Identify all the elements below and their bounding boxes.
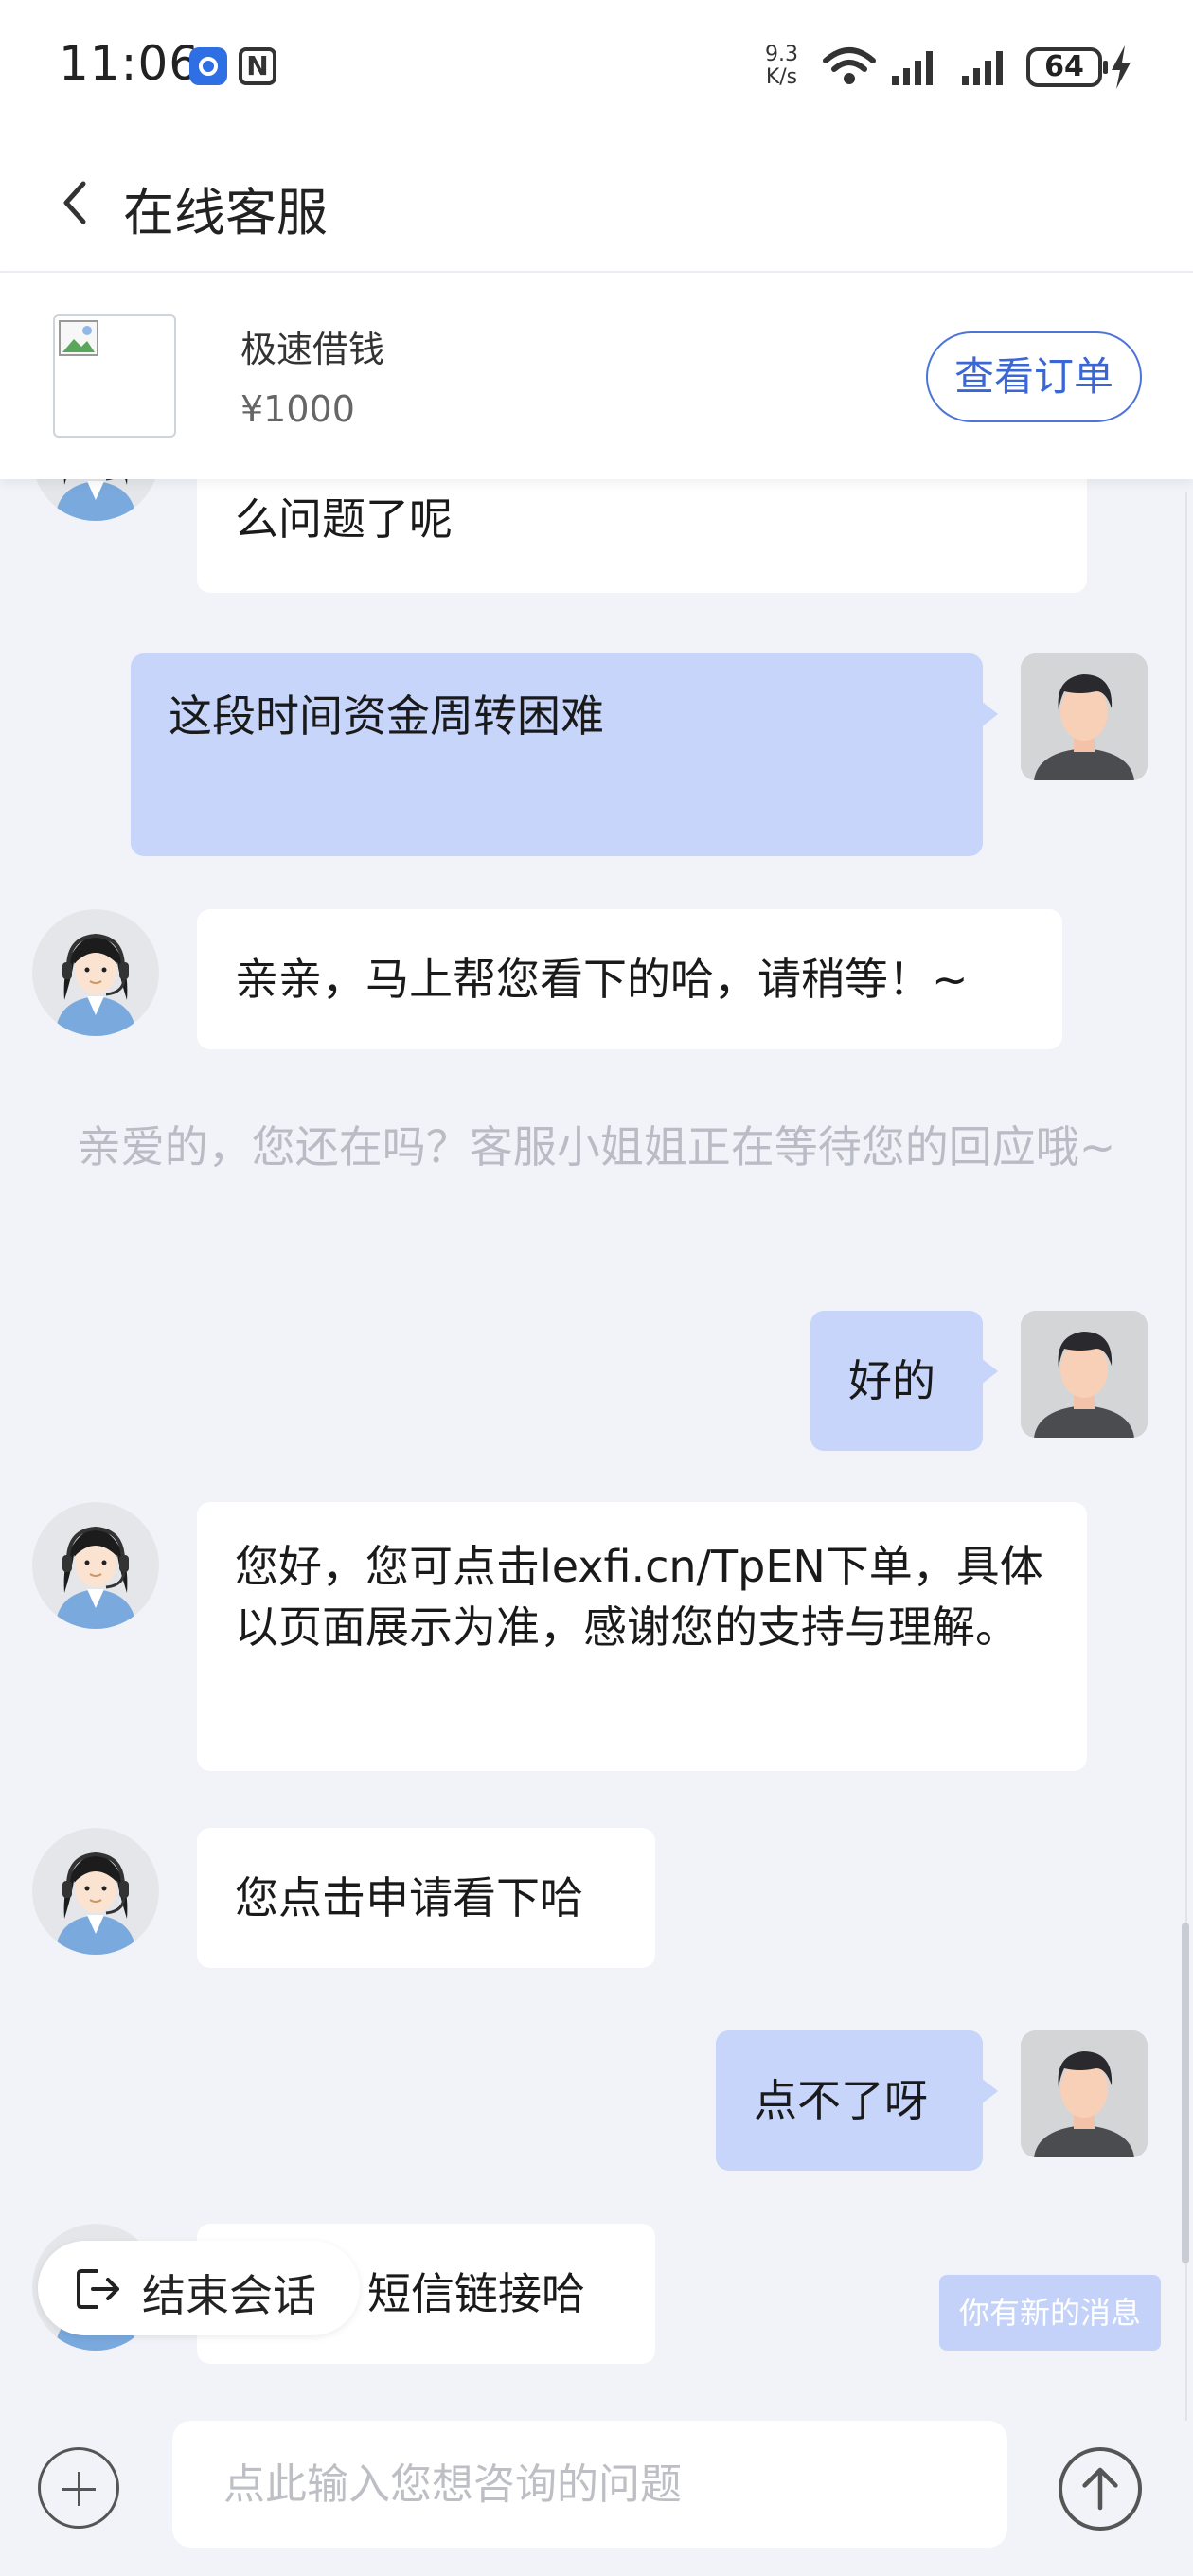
signal-icon — [892, 51, 933, 85]
message-text: 您点击申请看下哈 — [235, 1872, 583, 1923]
order-product-name: 极速借钱 — [240, 329, 385, 370]
agent-avatar — [32, 1502, 159, 1629]
message-text: 好的 — [848, 1355, 935, 1406]
nfc-icon: N — [239, 47, 276, 85]
new-message-toast[interactable]: 你有新的消息 — [939, 2275, 1161, 2351]
wifi-icon — [823, 47, 876, 84]
agent-message: 亲亲，马上帮您看下的哈，请稍等！~ — [197, 909, 1062, 1049]
view-order-button[interactable]: 查看订单 — [926, 331, 1142, 422]
message-input[interactable] — [172, 2421, 1007, 2548]
scrollbar[interactable] — [1182, 1923, 1189, 2263]
user-message: 这段时间资金周转困难 — [131, 653, 998, 856]
agent-message: 您好，您可点击lexfi.cn/TpEN下单，具体以页面展示为准，感谢您的支持与… — [197, 1502, 1087, 1771]
message-text: 短信链接哈 — [367, 2268, 585, 2319]
app-notification-icon — [189, 47, 227, 85]
network-speed: 9.3 K/s — [765, 44, 798, 89]
input-bar — [0, 2421, 1193, 2576]
system-notice: 亲爱的，您还在吗？客服小姐姐正在等待您的回应哦~ — [77, 1121, 1116, 1172]
message-text: 亲亲，马上帮您看下的哈，请稍等！~ — [235, 954, 969, 1005]
product-thumbnail — [53, 314, 176, 438]
user-avatar — [1021, 2030, 1148, 2157]
user-avatar — [1021, 653, 1148, 780]
order-card: 极速借钱 ¥1000 查看订单 — [0, 271, 1193, 479]
agent-message: 您点击申请看下哈 — [197, 1828, 655, 1968]
status-time: 11:06 — [59, 36, 201, 91]
user-message: 点不了呀 — [716, 2030, 998, 2171]
page-title: 在线客服 — [123, 183, 328, 242]
user-message: 好的 — [810, 1311, 998, 1451]
agent-message: 么问题了呢 — [197, 479, 1087, 593]
message-text: 您好，您可点击lexfi.cn/TpEN下单，具体以页面展示为准，感谢您的支持与… — [235, 1541, 1043, 1653]
agent-avatar — [32, 1828, 159, 1955]
network-speed-value: 9.3 — [765, 43, 798, 66]
agent-avatar — [32, 479, 159, 521]
send-arrow-icon[interactable] — [1059, 2447, 1142, 2531]
network-speed-unit: K/s — [765, 65, 798, 89]
charging-icon — [1112, 45, 1131, 89]
agent-avatar — [32, 909, 159, 1036]
exit-icon — [77, 2269, 119, 2309]
header: 在线客服 — [0, 133, 1193, 273]
broken-image-icon — [59, 320, 98, 356]
end-session-label: 结束会话 — [142, 2270, 316, 2321]
message-text: 这段时间资金周转困难 — [169, 690, 604, 742]
end-session-button[interactable]: 结束会话 — [38, 2241, 360, 2335]
message-text: 么问题了呢 — [235, 493, 453, 545]
user-avatar — [1021, 1311, 1148, 1438]
add-attachment-button[interactable] — [38, 2447, 119, 2529]
message-text: 点不了呀 — [754, 2075, 928, 2126]
order-price: ¥1000 — [240, 388, 355, 430]
chat-messages[interactable]: 么问题了呢 这段时间资金周转困难 亲亲，马上帮您看下的哈，请稍等！~ 亲爱的，您… — [0, 479, 1193, 2421]
status-bar: 11:06 N 9.3 K/s 64 — [0, 0, 1193, 133]
battery-icon: 64 — [1026, 47, 1108, 87]
signal-icon-2 — [962, 51, 1003, 85]
back-arrow-icon[interactable] — [53, 176, 98, 229]
